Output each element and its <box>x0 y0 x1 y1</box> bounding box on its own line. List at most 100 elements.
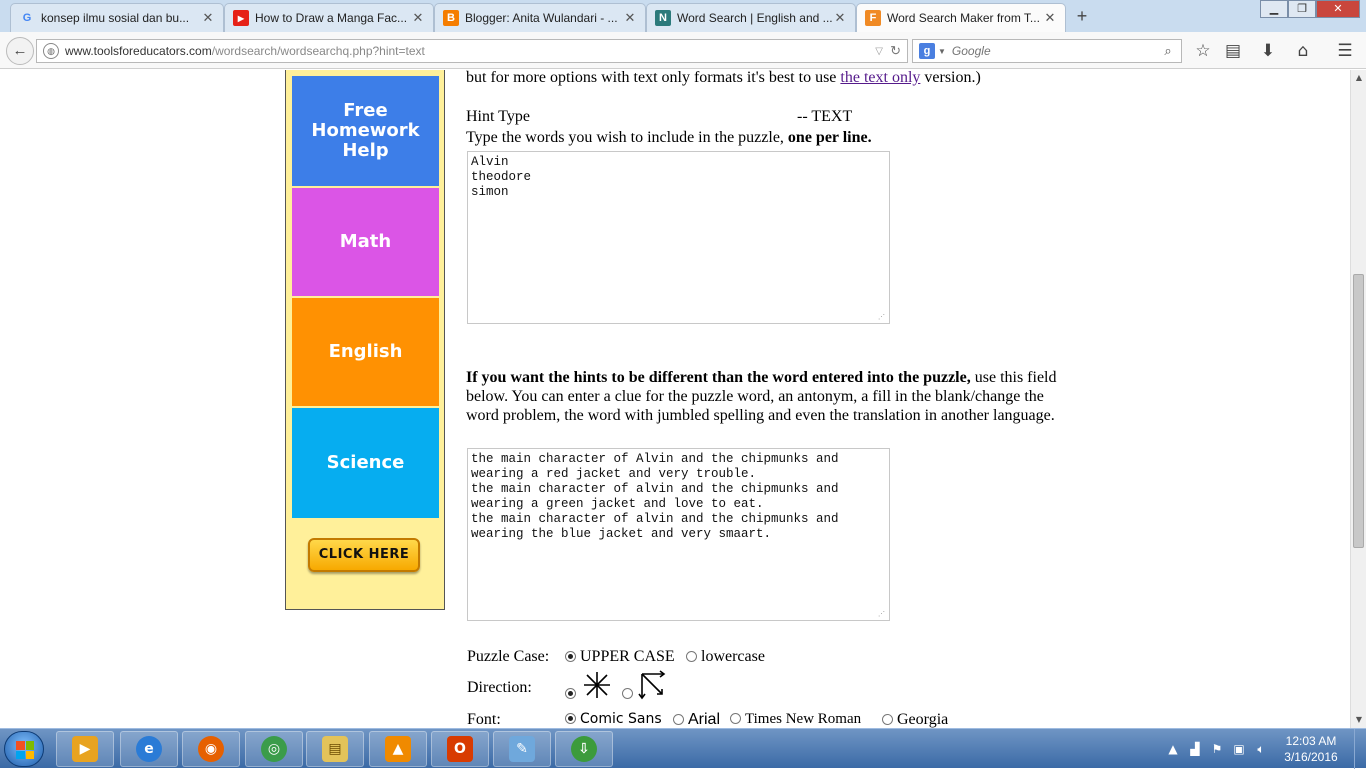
font-times-radio[interactable] <box>730 713 741 724</box>
internet-explorer-icon: e <box>136 736 162 762</box>
hints-textarea[interactable]: the main character of Alvin and the chip… <box>467 448 890 621</box>
text-only-version-link[interactable]: the text only <box>840 70 920 86</box>
clock-time: 12:03 AM <box>1285 734 1337 748</box>
scroll-down-icon[interactable]: ▼ <box>1351 712 1366 728</box>
tab-google-search[interactable]: G konsep ilmu sosial dan bu... ✕ <box>10 3 224 32</box>
upper-case-option[interactable]: UPPER CASE <box>565 648 675 666</box>
globe-icon: ◍ <box>43 43 59 59</box>
words-textarea[interactable]: Alvin theodore simon <box>467 151 890 324</box>
close-window-button[interactable]: ✕ <box>1316 0 1360 18</box>
taskbar-office[interactable]: O <box>431 731 489 767</box>
search-icon[interactable]: ⌕ <box>1159 43 1177 59</box>
page-viewport: Free Homework Help Math English Science … <box>0 70 1350 728</box>
search-bar[interactable]: g ▼ ⌕ <box>912 39 1182 63</box>
close-icon[interactable]: ✕ <box>623 10 637 26</box>
taskbar-chrome[interactable]: ◎ <box>245 731 303 767</box>
search-input[interactable] <box>951 44 1159 58</box>
math-link[interactable]: Math <box>292 188 439 296</box>
maximize-button[interactable]: ❐ <box>1288 0 1316 18</box>
tab-youtube[interactable]: ▶ How to Draw a Manga Fac... ✕ <box>224 3 434 32</box>
show-hidden-icons-icon[interactable]: ▲ <box>1162 742 1184 756</box>
taskbar-vlc[interactable]: ▲ <box>369 731 427 767</box>
taskbar-firefox[interactable]: ◉ <box>182 731 240 767</box>
forward-directions-icon <box>638 670 666 700</box>
all-directions-radio[interactable] <box>565 688 576 699</box>
upper-case-radio[interactable] <box>565 651 576 662</box>
taskbar-download-manager[interactable]: ⇩ <box>555 731 613 767</box>
font-arial-option[interactable]: Arial <box>673 711 720 728</box>
reading-list-icon[interactable]: ▤ <box>1222 40 1244 62</box>
chevron-down-icon[interactable]: ▼ <box>938 47 946 56</box>
words-instruction: Type the words you wish to include in th… <box>466 129 872 146</box>
free-homework-help-link[interactable]: Free Homework Help <box>292 76 439 186</box>
tab-title: Word Search | English and ... <box>677 11 833 25</box>
tab-word-search-english[interactable]: N Word Search | English and ... ✕ <box>646 3 856 32</box>
resize-grip-icon[interactable]: ⋰ <box>878 313 886 321</box>
forward-directions-radio[interactable] <box>622 688 633 699</box>
vertical-scrollbar[interactable]: ▲ ▼ <box>1350 70 1366 728</box>
tab-title: Blogger: Anita Wulandari - ... <box>465 11 618 25</box>
url-bar[interactable]: ◍ www.toolsforeducators.com/wordsearch/w… <box>36 39 908 63</box>
lower-case-option[interactable]: lowercase <box>686 648 765 666</box>
click-here-button[interactable]: CLICK HERE <box>308 538 420 572</box>
tab-blogger[interactable]: B Blogger: Anita Wulandari - ... ✕ <box>434 3 646 32</box>
scrollbar-thumb[interactable] <box>1353 274 1364 548</box>
close-icon[interactable]: ✕ <box>201 10 215 26</box>
windows-logo-icon <box>16 741 34 759</box>
lower-case-radio[interactable] <box>686 651 697 662</box>
resize-grip-icon[interactable]: ⋰ <box>878 610 886 618</box>
scroll-up-icon[interactable]: ▲ <box>1351 70 1366 86</box>
close-icon[interactable]: ✕ <box>833 10 847 26</box>
minimize-button[interactable]: ▁ <box>1260 0 1288 18</box>
flag-alert-icon[interactable]: ⚑ <box>1206 742 1228 756</box>
network-signal-icon[interactable]: ▟ <box>1184 742 1206 756</box>
tab-word-search-maker[interactable]: F Word Search Maker from T... ✕ <box>856 3 1066 32</box>
volume-icon[interactable]: 🔈︎ <box>1250 742 1272 757</box>
taskbar-internet-explorer[interactable]: e <box>120 731 178 767</box>
hint-type-label: Hint Type <box>466 108 530 125</box>
download-icon[interactable]: ⬇ <box>1257 40 1279 62</box>
home-icon[interactable]: ⌂ <box>1292 40 1314 62</box>
taskbar-paint[interactable]: ✎ <box>493 731 551 767</box>
system-clock[interactable]: 12:03 AM 3/16/2016 <box>1272 733 1350 765</box>
tools-for-educators-icon: F <box>865 10 881 26</box>
close-icon[interactable]: ✕ <box>1043 10 1057 26</box>
font-times-option[interactable]: Times New Roman <box>730 711 861 728</box>
start-button[interactable] <box>4 731 44 767</box>
google-search-engine-icon[interactable]: g <box>919 43 935 59</box>
tab-title: How to Draw a Manga Fac... <box>255 11 408 25</box>
tab-title: Word Search Maker from T... <box>887 11 1040 25</box>
vlc-icon: ▲ <box>385 736 411 762</box>
windows-taskbar: ▶ e ◉ ◎ ▤ ▲ O ✎ ⇩ ▲ ▟ ⚑ ▣ 🔈︎ 12:03 AM 3/… <box>0 728 1366 769</box>
font-label: Font: <box>467 711 501 728</box>
menu-icon[interactable]: ☰ <box>1334 40 1356 62</box>
back-button[interactable]: ← <box>6 37 34 65</box>
font-georgia-option[interactable]: Georgia <box>882 711 948 728</box>
taskbar-media-player[interactable]: ▶ <box>56 731 114 767</box>
font-comic-sans-radio[interactable] <box>565 713 576 724</box>
science-link[interactable]: Science <box>292 408 439 518</box>
taskbar-file-explorer[interactable]: ▤ <box>306 731 364 767</box>
hint-type-value: -- TEXT <box>797 108 853 125</box>
puzzle-case-label: Puzzle Case: <box>467 648 550 665</box>
font-georgia-radio[interactable] <box>882 714 893 725</box>
file-explorer-icon: ▤ <box>322 736 348 762</box>
close-icon[interactable]: ✕ <box>411 10 425 26</box>
internet-download-manager-icon: ⇩ <box>571 736 597 762</box>
font-arial-radio[interactable] <box>673 714 684 725</box>
bookmark-star-icon[interactable]: ☆ <box>1192 40 1214 62</box>
all-directions-icon <box>584 672 610 698</box>
new-tab-button[interactable]: + <box>1071 6 1093 26</box>
english-link[interactable]: English <box>292 298 439 406</box>
blogger-icon: B <box>443 10 459 26</box>
navigation-bar: ← ◍ www.toolsforeducators.com/wordsearch… <box>0 32 1366 69</box>
window-controls: ▁ ❐ ✕ <box>1260 0 1360 18</box>
subject-sidebar: Free Homework Help Math English Science … <box>285 70 445 610</box>
url-host: www.toolsforeducators.com <box>65 44 212 58</box>
office-icon: O <box>447 736 473 762</box>
reload-icon[interactable]: ↻ <box>890 43 901 59</box>
show-desktop-button[interactable] <box>1354 729 1366 769</box>
font-comic-sans-option[interactable]: Comic Sans <box>565 711 662 727</box>
device-icon[interactable]: ▣ <box>1228 742 1250 756</box>
history-dropdown-icon[interactable]: ▽ <box>875 46 883 57</box>
